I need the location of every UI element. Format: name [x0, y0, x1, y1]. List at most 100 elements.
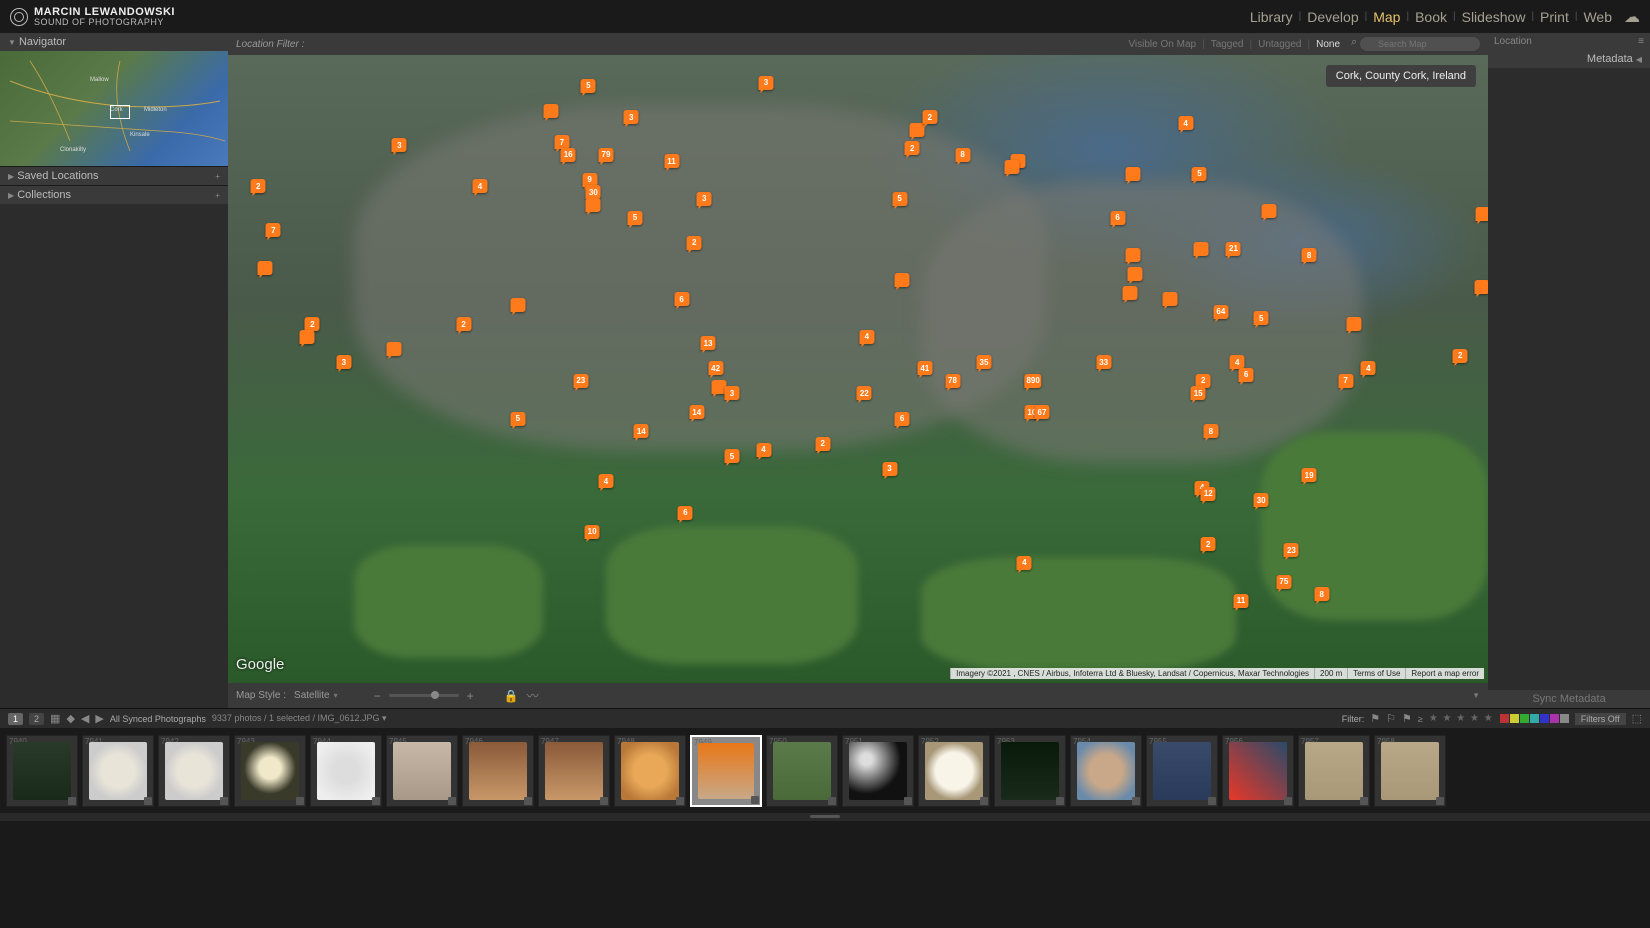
map-marker[interactable]: 2: [905, 141, 920, 155]
map-marker[interactable]: [1004, 160, 1019, 174]
color-swatch[interactable]: [1510, 714, 1519, 723]
thumbnail[interactable]: 7957: [1298, 735, 1370, 807]
map-style-dropdown[interactable]: Satellite: [294, 690, 338, 701]
map-marker[interactable]: 5: [725, 449, 740, 463]
map-marker[interactable]: 64: [1213, 305, 1228, 319]
map-marker[interactable]: 2: [456, 317, 471, 331]
map-marker[interactable]: [1261, 204, 1276, 218]
color-swatch[interactable]: [1500, 714, 1509, 723]
map-marker[interactable]: 4: [1361, 361, 1376, 375]
map-marker[interactable]: 8: [1302, 248, 1317, 262]
module-develop[interactable]: Develop: [1307, 9, 1358, 25]
thumbnail[interactable]: 7948: [614, 735, 686, 807]
sync-metadata-button[interactable]: Sync Metadata: [1488, 690, 1650, 708]
color-label-filter[interactable]: [1500, 714, 1569, 723]
map-marker[interactable]: 15: [1191, 386, 1206, 400]
color-swatch[interactable]: [1560, 714, 1569, 723]
thumbnail[interactable]: 7949: [690, 735, 762, 807]
attrib-link[interactable]: 200 m: [1314, 668, 1347, 679]
map-marker[interactable]: 8: [1203, 424, 1218, 438]
map-marker[interactable]: 5: [1192, 167, 1207, 181]
rating-filter[interactable]: ★ ★ ★ ★ ★: [1429, 713, 1494, 724]
map-marker[interactable]: 7: [1338, 374, 1353, 388]
attrib-link[interactable]: Terms of Use: [1347, 668, 1405, 679]
map-marker[interactable]: 6: [674, 292, 689, 306]
map-marker[interactable]: 11: [1234, 594, 1249, 608]
map-marker[interactable]: 3: [882, 462, 897, 476]
lock-icon[interactable]: 🔒: [504, 689, 519, 703]
secondary-window-button[interactable]: 2: [29, 713, 44, 725]
map-marker[interactable]: [586, 198, 601, 212]
map-marker[interactable]: 67: [1034, 405, 1049, 419]
filter-opt-visible-on-map[interactable]: Visible On Map: [1124, 39, 1200, 50]
map-marker[interactable]: 5: [892, 192, 907, 206]
metadata-header[interactable]: Metadata ◀: [1488, 50, 1650, 68]
prev-icon[interactable]: ◆: [66, 712, 74, 725]
map-marker[interactable]: 4: [473, 179, 488, 193]
thumbnail[interactable]: 7947: [538, 735, 610, 807]
flag-unflagged-icon[interactable]: ⚐: [1386, 712, 1396, 725]
tracklog-icon[interactable]: 〰: [527, 687, 539, 704]
thumbnail[interactable]: 7946: [462, 735, 534, 807]
back-icon[interactable]: ◀: [81, 712, 89, 725]
map-marker[interactable]: 3: [697, 192, 712, 206]
map-marker[interactable]: 78: [945, 374, 960, 388]
source-label[interactable]: All Synced Photographs: [110, 714, 206, 724]
toolbar-collapse-icon[interactable]: ▼: [1472, 691, 1480, 700]
map-marker[interactable]: 8: [955, 148, 970, 162]
map-marker[interactable]: 33: [1096, 355, 1111, 369]
map-marker[interactable]: [543, 104, 558, 118]
map-marker[interactable]: 2: [922, 110, 937, 124]
attrib-link[interactable]: Report a map error: [1405, 668, 1484, 679]
map-marker[interactable]: [895, 273, 910, 287]
map-marker[interactable]: 890: [1024, 374, 1041, 388]
module-print[interactable]: Print: [1540, 9, 1569, 25]
bottom-resize-bar[interactable]: [0, 813, 1650, 821]
map-marker[interactable]: 21: [1226, 242, 1241, 256]
map-marker[interactable]: 75: [1276, 575, 1291, 589]
satellite-map[interactable]: 2723324571652393047953141136621014134253…: [228, 55, 1488, 683]
forward-icon[interactable]: ▶: [95, 712, 103, 725]
map-marker[interactable]: 2: [687, 236, 702, 250]
map-marker[interactable]: 7: [266, 223, 281, 237]
map-marker[interactable]: [1193, 242, 1208, 256]
thumbnail[interactable]: 7951: [842, 735, 914, 807]
filter-lock-icon[interactable]: ⬚: [1632, 712, 1642, 725]
map-marker[interactable]: [1125, 167, 1140, 181]
thumbnail[interactable]: 7954: [1070, 735, 1142, 807]
cloud-sync-icon[interactable]: ☁: [1624, 7, 1640, 27]
map-marker[interactable]: 23: [1284, 543, 1299, 557]
navigator-viewport-rect[interactable]: [110, 105, 130, 119]
map-marker[interactable]: 4: [859, 330, 874, 344]
filter-opt-untagged[interactable]: Untagged: [1254, 39, 1305, 50]
map-marker[interactable]: 19: [1302, 468, 1317, 482]
map-marker[interactable]: 16: [561, 148, 576, 162]
thumbnail[interactable]: 7958: [1374, 735, 1446, 807]
map-marker[interactable]: 23: [573, 374, 588, 388]
map-marker[interactable]: 5: [510, 412, 525, 426]
map-marker[interactable]: [1163, 292, 1178, 306]
map-marker[interactable]: 30: [1254, 493, 1269, 507]
map-marker[interactable]: 4: [1178, 116, 1193, 130]
thumbnail[interactable]: 7943: [234, 735, 306, 807]
map-marker[interactable]: 2: [251, 179, 266, 193]
thumbnail[interactable]: 7952: [918, 735, 990, 807]
map-marker[interactable]: 13: [701, 336, 716, 350]
map-marker[interactable]: 4: [756, 443, 771, 457]
map-marker[interactable]: [1123, 286, 1138, 300]
add-icon[interactable]: +: [215, 172, 220, 181]
module-map[interactable]: Map: [1373, 9, 1400, 25]
map-marker[interactable]: 4: [599, 474, 614, 488]
module-book[interactable]: Book: [1415, 9, 1447, 25]
navigator-map[interactable]: Mallow Midleton Cork Clonakilty Kinsale: [0, 51, 228, 166]
map-marker[interactable]: [1128, 267, 1143, 281]
collections-header[interactable]: ▶ Collections +: [0, 185, 228, 204]
map-marker[interactable]: 3: [336, 355, 351, 369]
map-marker[interactable]: 6: [678, 506, 693, 520]
map-marker[interactable]: 42: [708, 361, 723, 375]
map-marker[interactable]: [1475, 207, 1488, 221]
map-marker[interactable]: 79: [599, 148, 614, 162]
search-input[interactable]: [1360, 37, 1480, 51]
map-marker[interactable]: 5: [581, 79, 596, 93]
thumbnail[interactable]: 7941: [82, 735, 154, 807]
